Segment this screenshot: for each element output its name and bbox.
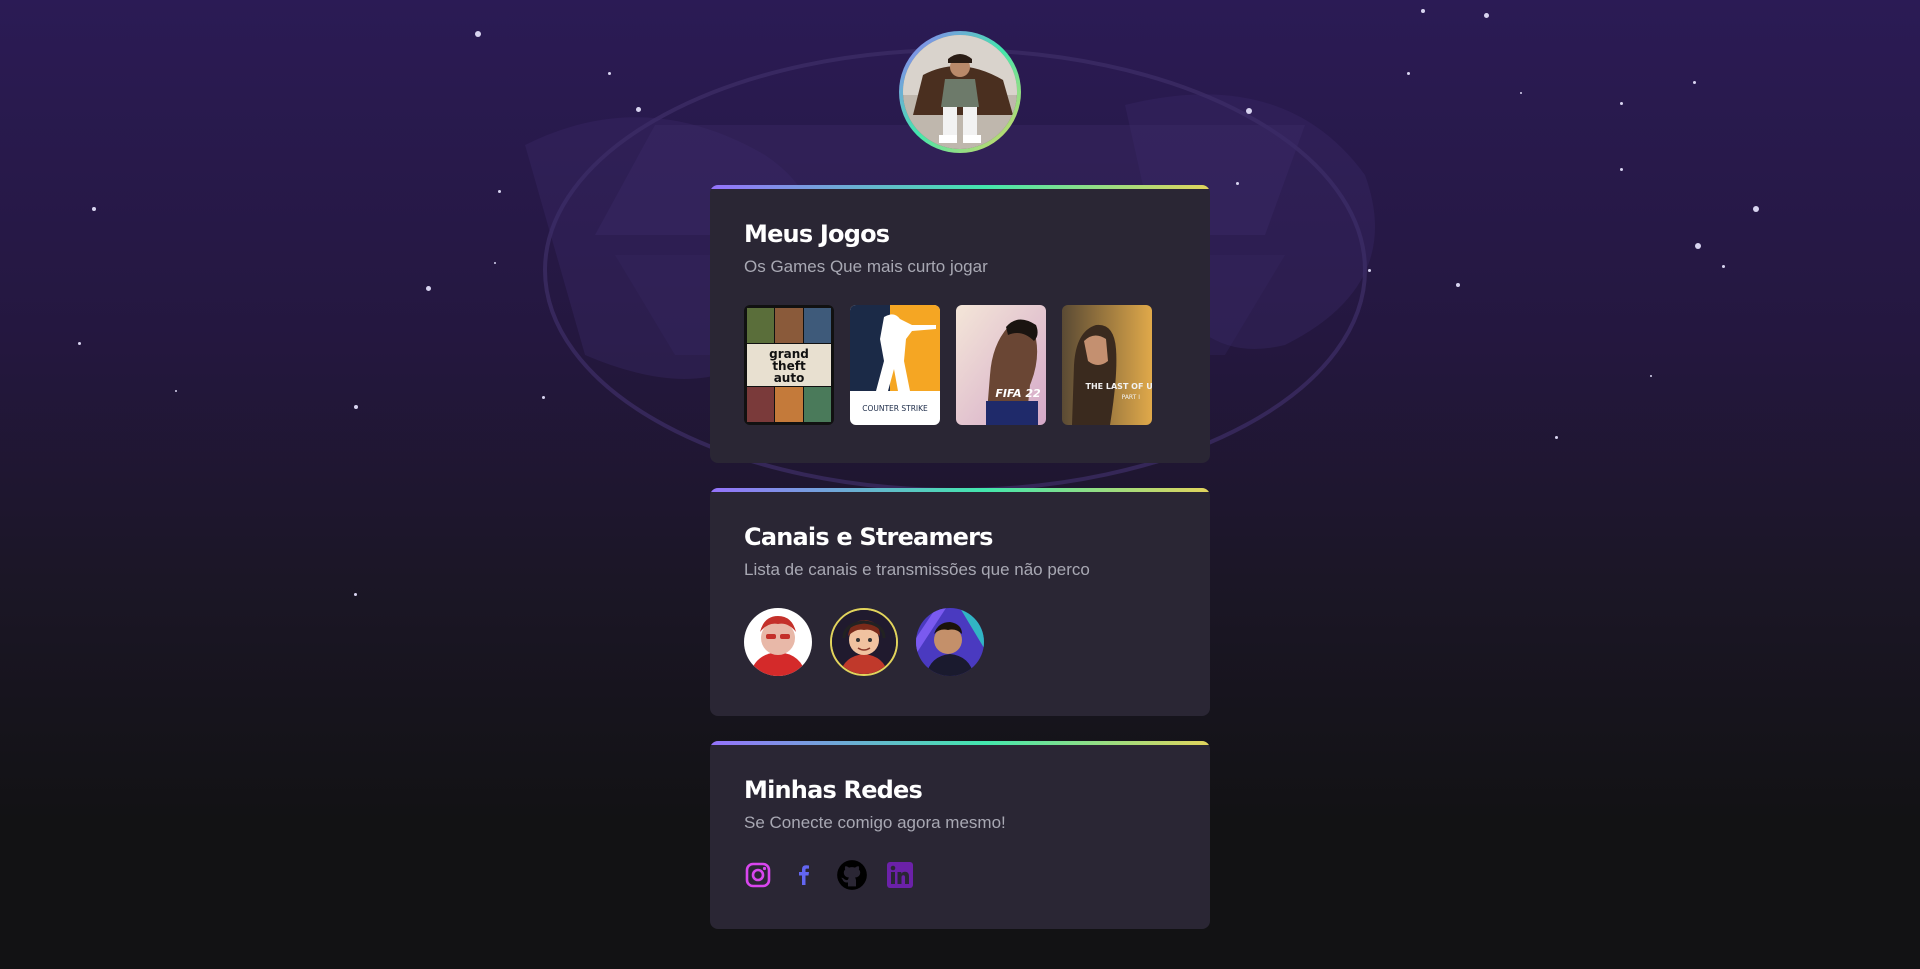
profile-photo	[903, 35, 1017, 149]
streamer-avatar-2[interactable]	[830, 608, 898, 676]
game-the-last-of-us[interactable]: THE LAST OF US PART I	[1062, 305, 1152, 425]
streamer-avatar-3[interactable]	[916, 608, 984, 676]
game-fifa-22[interactable]: FIFA 22	[956, 305, 1046, 425]
profile-avatar	[899, 31, 1021, 153]
streamers-subtitle: Lista de canais e transmissões que não p…	[744, 560, 1090, 579]
streamers-card: Canais e Streamers Lista de canais e tra…	[710, 488, 1210, 716]
social-card: Minhas Redes Se Conecte comigo agora mes…	[710, 741, 1210, 929]
github-link[interactable]	[836, 859, 868, 891]
streamers-title: Canais e Streamers	[744, 523, 993, 551]
instagram-link[interactable]	[744, 861, 772, 889]
game-gta-v[interactable]: grand theft auto	[744, 305, 834, 425]
social-title: Minhas Redes	[744, 776, 923, 804]
gta-cover-text-3: auto	[774, 371, 805, 385]
fifa-cover-text: FIFA 22	[995, 387, 1041, 400]
github-icon	[837, 860, 867, 890]
games-title: Meus Jogos	[744, 220, 890, 248]
games-subtitle: Os Games Que mais curto jogar	[744, 257, 988, 276]
game-counter-strike[interactable]: COUNTER STRIKE	[850, 305, 940, 425]
page: Meus Jogos Os Games Que mais curto jogar…	[0, 0, 1920, 969]
games-card: Meus Jogos Os Games Que mais curto jogar…	[710, 185, 1210, 463]
facebook-icon	[799, 865, 809, 885]
linkedin-icon	[887, 862, 913, 888]
games-list: grand theft auto COUNTER STRIKE FIFA 22 …	[744, 305, 1176, 425]
social-links	[744, 859, 1176, 891]
social-subtitle: Se Conecte comigo agora mesmo!	[744, 813, 1006, 832]
cs-cover-text: COUNTER STRIKE	[862, 404, 928, 413]
streamers-list	[744, 608, 1176, 676]
tlou-cover-text: THE LAST OF US	[1085, 382, 1152, 391]
tlou-cover-subtext: PART I	[1122, 394, 1141, 401]
linkedin-link[interactable]	[886, 861, 914, 889]
streamer-avatar-1[interactable]	[744, 608, 812, 676]
facebook-link[interactable]	[790, 861, 818, 889]
instagram-icon	[745, 862, 771, 888]
